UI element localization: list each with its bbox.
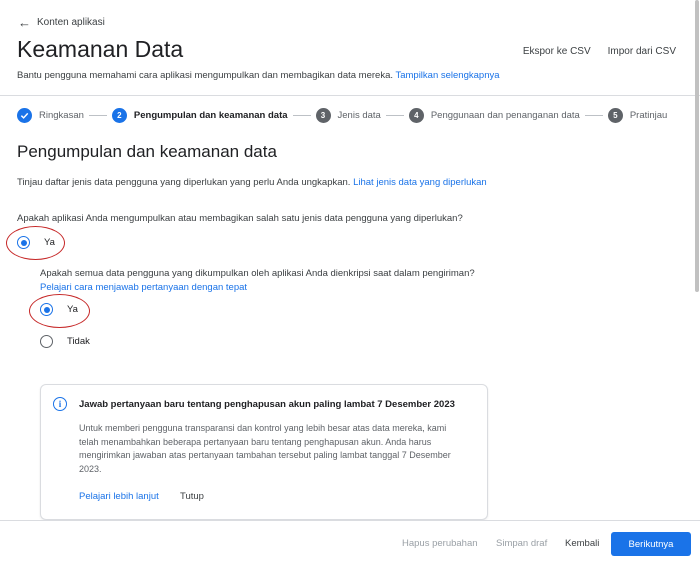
notice-title: Jawab pertanyaan baru tentang penghapusa… [79, 399, 455, 410]
vertical-scrollbar[interactable] [695, 0, 699, 292]
question-collect-share: Apakah aplikasi Anda mengumpulkan atau m… [17, 213, 463, 224]
page-title: Keamanan Data [17, 36, 184, 62]
info-icon: i [53, 397, 67, 411]
section-title: Pengumpulan dan keamanan data [17, 142, 277, 161]
step-number: 5 [607, 107, 623, 123]
save-draft-button[interactable]: Simpan draf [496, 538, 547, 549]
step-number: 2 [111, 107, 127, 123]
required-data-types-link[interactable]: Lihat jenis data yang diperlukan [353, 177, 487, 188]
step-connector [292, 114, 311, 116]
footer-bar: Hapus perubahan Simpan draf Kembali Beri… [0, 520, 700, 562]
step-label: Pratinjau [629, 109, 668, 121]
step-label: Jenis data [337, 109, 381, 121]
next-button[interactable]: Berikutnya [611, 532, 691, 556]
intro-label: Tinjau daftar jenis data pengguna yang d… [17, 177, 351, 188]
step-label: Penggunaan dan penanganan data [430, 109, 580, 121]
stepper: Ringkasan 2 Pengumpulan dan keamanan dat… [17, 107, 667, 123]
show-more-link[interactable]: Tampilkan selengkapnya [395, 70, 499, 81]
export-csv-button[interactable]: Ekspor ke CSV [523, 46, 591, 57]
import-csv-button[interactable]: Impor dari CSV [608, 46, 676, 57]
step-data-usage[interactable]: 4 Penggunaan dan penanganan data [408, 107, 580, 123]
check-icon [17, 107, 32, 123]
radio-encrypted-no[interactable]: Tidak [40, 335, 90, 348]
step-number: 4 [408, 107, 424, 123]
back-label: Konten aplikasi [37, 17, 105, 28]
intro-text: Tinjau daftar jenis data pengguna yang d… [17, 177, 487, 188]
page-content: ← Konten aplikasi Keamanan Data Ekspor k… [0, 0, 700, 520]
back-button[interactable]: Kembali [565, 538, 599, 549]
page-subtitle: Bantu pengguna memahami cara aplikasi me… [17, 70, 500, 81]
step-connector [385, 114, 404, 116]
deletion-notice-card: i Jawab pertanyaan baru tentang penghapu… [40, 384, 488, 520]
radio-label: Tidak [67, 336, 90, 347]
radio-unchecked-icon [40, 335, 53, 348]
header-divider [0, 95, 700, 96]
notice-body: Untuk memberi pengguna transparansi dan … [79, 423, 451, 474]
arrow-left-icon: ← [18, 14, 31, 30]
learn-more-link[interactable]: Pelajari lebih lanjut [79, 491, 159, 502]
back-link[interactable]: ← Konten aplikasi [18, 14, 105, 30]
step-label: Pengumpulan dan keamanan data [133, 109, 288, 121]
step-data-collection[interactable]: 2 Pengumpulan dan keamanan data [111, 107, 288, 123]
answer-help-link[interactable]: Pelajari cara menjawab pertanyaan dengan… [40, 282, 247, 293]
subtitle-text: Bantu pengguna memahami cara aplikasi me… [17, 70, 393, 81]
annotation-circle [6, 226, 65, 260]
question-encryption: Apakah semua data pengguna yang dikumpul… [40, 268, 475, 279]
step-connector [584, 114, 603, 116]
discard-changes-button[interactable]: Hapus perubahan [402, 538, 478, 549]
header-actions: Ekspor ke CSV Impor dari CSV [523, 46, 676, 57]
step-number: 3 [315, 107, 331, 123]
step-summary[interactable]: Ringkasan [17, 107, 84, 123]
step-label: Ringkasan [39, 109, 84, 121]
step-connector [88, 114, 107, 116]
annotation-circle [29, 294, 90, 328]
step-preview[interactable]: 5 Pratinjau [607, 107, 668, 123]
close-notice-button[interactable]: Tutup [180, 491, 204, 502]
step-data-types[interactable]: 3 Jenis data [315, 107, 381, 123]
